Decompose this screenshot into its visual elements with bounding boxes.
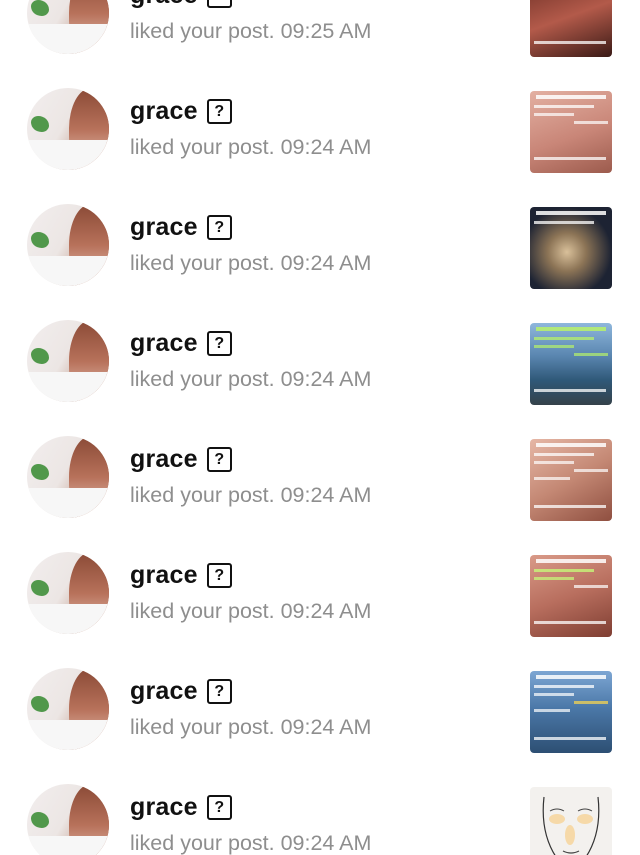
- activity-text: liked your post. 09:24 AM: [130, 251, 372, 275]
- username-line: grace ?: [130, 560, 232, 590]
- username[interactable]: grace: [130, 0, 198, 10]
- avatar[interactable]: [27, 784, 109, 855]
- unknown-emoji-icon: ?: [206, 330, 232, 356]
- username[interactable]: grace: [130, 793, 198, 822]
- username[interactable]: grace: [130, 561, 198, 590]
- notification-row[interactable]: grace ? liked your post. 09:24 AM: [0, 64, 640, 180]
- avatar[interactable]: [27, 320, 109, 402]
- activity-text: liked your post. 09:24 AM: [130, 715, 372, 739]
- activity-list: grace ? liked your post. 09:25 AM grace …: [0, 0, 640, 855]
- activity-text: liked your post. 09:24 AM: [130, 831, 372, 855]
- unknown-emoji-icon: ?: [206, 562, 232, 588]
- notification-row[interactable]: grace ? liked your post. 09:24 AM: [0, 528, 640, 644]
- unknown-emoji-icon: ?: [206, 98, 232, 124]
- unknown-emoji-icon: ?: [206, 446, 232, 472]
- unknown-emoji-icon: ?: [206, 678, 232, 704]
- activity-text: liked your post. 09:25 AM: [130, 19, 372, 43]
- notification-row[interactable]: grace ? liked your post. 09:24 AM: [0, 180, 640, 296]
- notification-row[interactable]: grace ? liked your post. 09:24 AM: [0, 760, 640, 855]
- username[interactable]: grace: [130, 445, 198, 474]
- username-line: grace ?: [130, 328, 232, 358]
- notification-row[interactable]: grace ? liked your post. 09:25 AM: [0, 0, 640, 64]
- unknown-emoji-icon: ?: [206, 794, 232, 820]
- notification-row[interactable]: grace ? liked your post. 09:24 AM: [0, 296, 640, 412]
- avatar[interactable]: [27, 88, 109, 170]
- avatar[interactable]: [27, 0, 109, 54]
- post-thumbnail[interactable]: [530, 0, 612, 57]
- username-line: grace ?: [130, 0, 232, 10]
- post-thumbnail[interactable]: [530, 439, 612, 521]
- unknown-emoji-icon: ?: [206, 214, 232, 240]
- avatar[interactable]: [27, 436, 109, 518]
- username-line: grace ?: [130, 676, 232, 706]
- post-thumbnail[interactable]: [530, 671, 612, 753]
- post-thumbnail[interactable]: [530, 207, 612, 289]
- unknown-emoji-icon: ?: [206, 0, 232, 8]
- username[interactable]: grace: [130, 213, 198, 242]
- activity-text: liked your post. 09:24 AM: [130, 483, 372, 507]
- activity-text: liked your post. 09:24 AM: [130, 599, 372, 623]
- notification-row[interactable]: grace ? liked your post. 09:24 AM: [0, 644, 640, 760]
- username[interactable]: grace: [130, 329, 198, 358]
- face-sketch-icon: [542, 796, 600, 855]
- username-line: grace ?: [130, 212, 232, 242]
- avatar[interactable]: [27, 668, 109, 750]
- activity-text: liked your post. 09:24 AM: [130, 367, 372, 391]
- username-line: grace ?: [130, 96, 232, 126]
- avatar[interactable]: [27, 552, 109, 634]
- post-thumbnail[interactable]: [530, 323, 612, 405]
- username-line: grace ?: [130, 792, 232, 822]
- post-thumbnail[interactable]: [530, 787, 612, 855]
- activity-text: liked your post. 09:24 AM: [130, 135, 372, 159]
- post-thumbnail[interactable]: [530, 555, 612, 637]
- notification-row[interactable]: grace ? liked your post. 09:24 AM: [0, 412, 640, 528]
- post-thumbnail[interactable]: [530, 91, 612, 173]
- username-line: grace ?: [130, 444, 232, 474]
- avatar[interactable]: [27, 204, 109, 286]
- username[interactable]: grace: [130, 677, 198, 706]
- username[interactable]: grace: [130, 97, 198, 126]
